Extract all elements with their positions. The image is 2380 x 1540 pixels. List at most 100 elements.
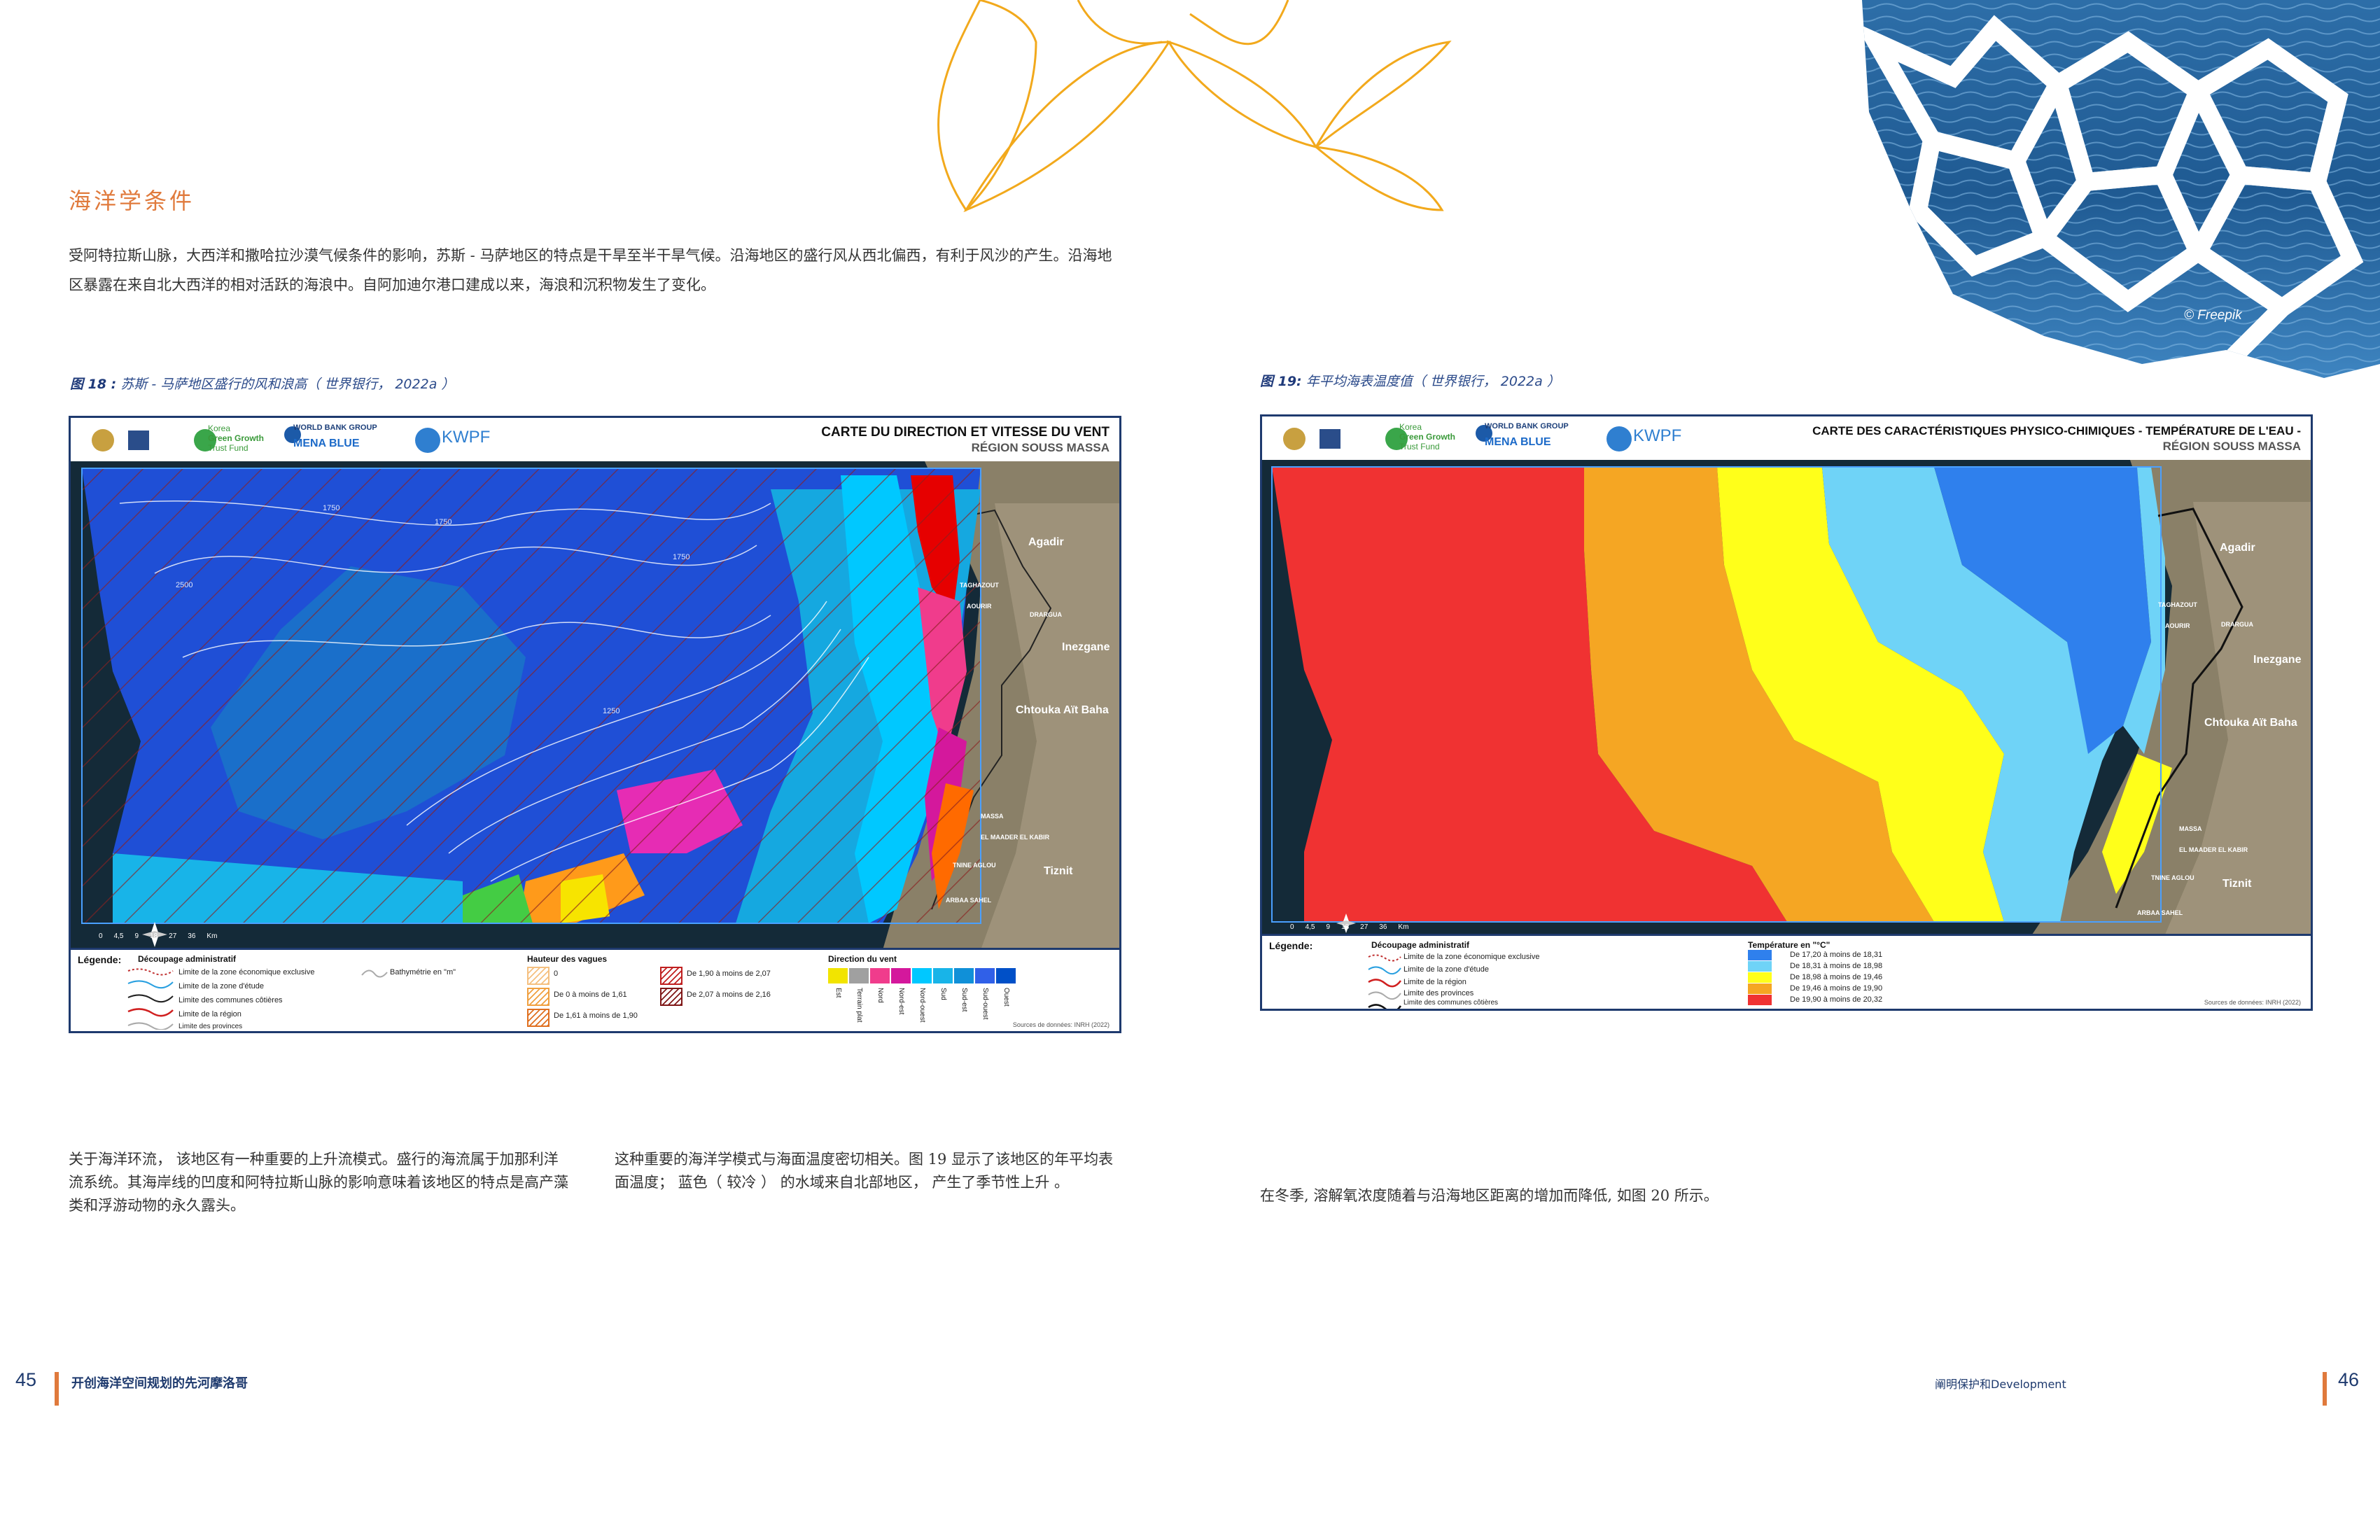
logo-korea: Korea [208,424,231,433]
map-legend: Légende: Découpage administratif Limite … [1262,934,2311,1009]
legend-admin-item: Limite des communes côtières [178,996,283,1004]
legend-admin-item: Limite de la région [1404,978,1466,986]
wind-label: Ouest [1002,988,1010,1007]
wind-direction-layer [82,468,981,923]
legend-wave-item: De 0 à moins de 1,61 [554,990,627,999]
legend-admin-symbols [1368,954,1402,1009]
legend-admin-title: Découpage administratif [138,954,237,964]
paragraph-middle: 这种重要的海洋学模式与海面温度密切相关。图 19 显示了该地区的年平均表面温度；… [615,1151,1114,1191]
page-number-left: 45 [15,1369,37,1390]
map-legend: Légende: Découpage administratif Limite … [71,948,1119,1031]
scale-label: 9 [134,932,139,940]
logo-korea: Korea [1399,422,1422,432]
legend-wave-item: De 1,90 à moins de 2,07 [687,969,771,978]
legend-wave-item: De 1,61 à moins de 1,90 [554,1011,638,1020]
scale-labels: 0 4,5 9 18 27 36 Km [99,932,217,940]
wind-label: Nord-ouest [918,988,926,1023]
scale-label: 18 [1341,923,1350,931]
place-drargua: DRARGUA [2221,621,2253,628]
legend-admin-title: Découpage administratif [1371,940,1470,950]
place-arbaa: ARBAA SAHEL [2137,909,2183,916]
partner-logos [92,426,440,453]
map-title: CARTE DU DIRECTION ET VITESSE DU VENT [821,425,1110,440]
temperature-swatch [1748,995,1772,1005]
scale-label: 4,5 [113,932,124,940]
logo-wbg: WORLD BANK GROUP [1485,422,1569,430]
map-subtitle: RÉGION SOUSS MASSA [971,441,1110,454]
intro-paragraph: 受阿特拉斯山脉，大西洋和撒哈拉沙漠气候条件的影响，苏斯 - 马萨地区的特点是干旱… [69,247,1112,293]
wind-swatch [870,968,890,983]
place-maader: EL MAADER EL KABIR [981,834,1050,841]
temperature-swatch [1748,983,1772,994]
wind-swatch [954,968,974,983]
figure-18-map: Korea Green Growth Trust Fund WORLD BANK… [69,416,1121,1033]
scale-label: 27 [1360,923,1368,931]
scale-unit: Km [206,932,218,940]
footer-title-right: 阐明保护和Development [1935,1378,2066,1391]
bathy-label: 1750 [673,553,690,561]
wind-swatch [912,968,932,983]
legend-admin-item: Limite de la zone d'étude [1404,965,1489,974]
footer-title-left: 开创海洋空间规划的先河摩洛哥 [71,1376,248,1391]
place-taghazout: TAGHAZOUT [960,582,999,589]
legend-bathy: Bathymétrie en "m" [390,968,456,976]
wind-label: Nord [876,988,884,1003]
legend-admin-symbols [127,968,174,1030]
legend-wave-title: Hauteur des vagues [527,954,608,964]
morocco-emblem-icon [1283,428,1306,450]
logo-ggtf: Green Growth [208,433,265,443]
partner-logos [1283,425,1632,451]
place-inezgane: Inezgane [1062,641,1110,653]
place-tnine: TNINE AGLOU [953,862,996,869]
map-source: Sources de données: INRH (2022) [1012,1021,1110,1028]
temperature-label: De 19,46 à moins de 19,90 [1790,984,1883,993]
place-aourir: AOURIR [967,603,992,610]
map-header: Korea Green Growth Trust Fund WORLD BANK… [1262,416,2311,460]
wave-swatch [527,988,550,1006]
place-arbaa: ARBAA SAHEL [946,897,992,904]
map-source: Sources de données: INRH (2022) [2204,999,2301,1006]
place-chtouka: Chtouka Aït Baha [2204,717,2297,729]
photo-credit: © Freepik [2184,308,2242,323]
footer-accent-bar [2323,1372,2327,1406]
scale-label: 36 [1379,923,1387,931]
decorative-petal-lines [937,0,1452,213]
legend-admin-item: Limite de la zone d'étude [178,982,264,990]
logo-ggtf2: Trust Fund [1399,442,1440,451]
wind-label: Nord-est [897,988,905,1015]
kwpf-logo-icon [415,428,440,453]
scale-labels: 0 4,5 9 18 27 36 Km [1290,923,1408,931]
wind-label: Sud-est [960,988,968,1012]
place-tiznit: Tiznit [2222,878,2252,890]
map-header: Korea Green Growth Trust Fund WORLD BANK… [71,418,1119,461]
logo-mena: MENA BLUE [293,438,360,449]
legend-admin-item: Limite des provinces [1404,989,1474,997]
temperature-swatch [1748,950,1772,960]
legend-admin-item: Limite des communes côtières [1404,999,1499,1007]
wind-swatch [933,968,953,983]
figure-19-caption-text: 年平均海表温度值（ 世界银行， 2022a ） [1306,374,1560,389]
place-inezgane: Inezgane [2253,654,2302,666]
scale-label: 18 [150,932,158,940]
logo-ggtf2: Trust Fund [208,443,248,453]
scale-label: 36 [188,932,196,940]
temperature-layer [1272,467,2172,922]
page-number-right: 46 [2338,1369,2360,1390]
scale-label: 9 [1326,923,1331,931]
wind-swatch [891,968,911,983]
place-agadir: Agadir [1028,536,1064,548]
temperature-label: De 17,20 à moins de 18,31 [1790,951,1883,959]
section-title: 海洋学条件 [69,188,195,214]
place-maader: EL MAADER EL KABIR [2179,846,2248,853]
logo-kwpf: KWPF [1633,426,1682,445]
bathy-label: 2500 [176,581,192,589]
bathy-label: 1250 [603,707,620,715]
temperature-label: De 19,90 à moins de 20,32 [1790,995,1883,1004]
legend-bathy-symbol [361,969,388,978]
wind-swatch [828,968,848,983]
ocean-photo: © Freepik [1834,0,2380,385]
legend-admin-item: Limite de la zone économique exclusive [1404,953,1540,961]
legend-title: Légende: [78,954,122,965]
place-tnine: TNINE AGLOU [2151,874,2194,881]
kwpf-logo-icon [1606,426,1632,451]
